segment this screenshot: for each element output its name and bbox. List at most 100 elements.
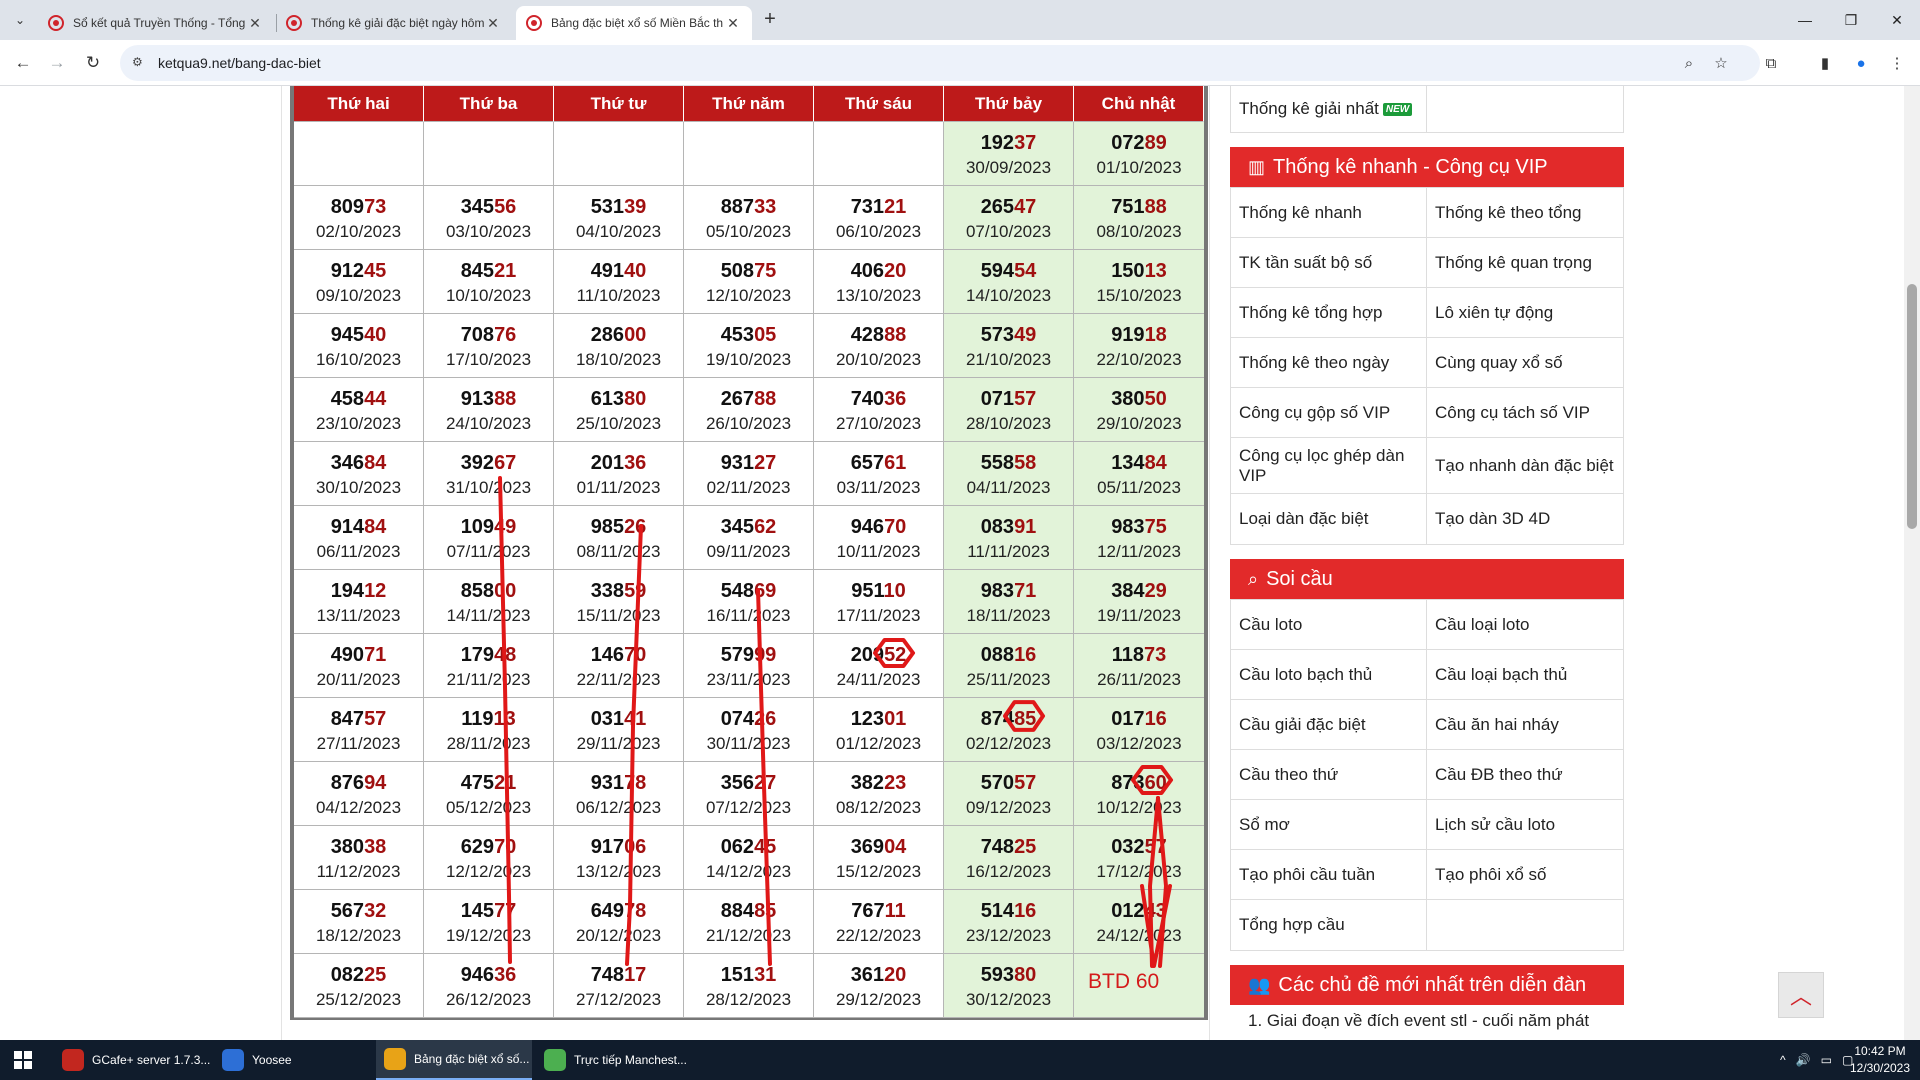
- sidebar-link[interactable]: Loại dàn đặc biệt: [1231, 494, 1427, 544]
- clock[interactable]: 10:42 PM 12/30/2023: [1848, 1043, 1912, 1077]
- scroll-to-top-button[interactable]: ︿: [1778, 972, 1824, 1018]
- prize-number: 07157: [944, 387, 1073, 411]
- extensions-icon[interactable]: ⧉: [1758, 50, 1784, 76]
- sidebar-link[interactable]: Thống kê theo tổng: [1427, 188, 1623, 237]
- sidebar-link[interactable]: Cầu loto: [1231, 600, 1427, 649]
- number-tail: 60: [1144, 772, 1167, 794]
- number-head: 573: [980, 324, 1015, 346]
- sidebar-link[interactable]: Thống kê quan trọng: [1427, 238, 1623, 287]
- draw-date: 26/12/2023: [445, 990, 532, 1009]
- taskbar-app-chrome[interactable]: Bảng đặc biệt xổ số...: [376, 1040, 532, 1080]
- prize-number: 94670: [814, 515, 943, 539]
- draw-date: 24/12/2023: [1096, 926, 1182, 945]
- zoom-icon[interactable]: ⌕: [1676, 50, 1702, 76]
- reload-icon[interactable]: ↻: [80, 50, 106, 76]
- result-cell: 19237 30/09/2023: [944, 122, 1074, 186]
- prize-number: 39267: [424, 451, 553, 475]
- sidebar-link[interactable]: Công cụ tách số VIP: [1427, 388, 1623, 437]
- sidebar-link[interactable]: Cầu giải đặc biệt: [1231, 700, 1427, 749]
- sidebar-link[interactable]: Cầu ăn hai nháy: [1427, 700, 1623, 749]
- taskbar-app-livestream[interactable]: Trực tiếp Manchest...: [536, 1040, 696, 1080]
- sidebar-link[interactable]: Tạo nhanh dàn đặc biệt: [1427, 438, 1623, 493]
- sidebar-link[interactable]: TK tần suất bộ số: [1231, 238, 1427, 287]
- prize-number: 07289: [1074, 131, 1204, 155]
- draw-date: 11/10/2023: [576, 286, 661, 305]
- sidebar-link[interactable]: Tạo phôi xổ số: [1427, 850, 1623, 899]
- link-thong-ke-giai-nhat[interactable]: Thống kê giải nhất NEW: [1231, 86, 1427, 132]
- result-cell: 17948 21/11/2023: [424, 634, 554, 698]
- number-head: 380: [1111, 388, 1145, 410]
- restore-icon[interactable]: ❐: [1828, 0, 1874, 40]
- sidebar-link[interactable]: Công cụ gộp số VIP: [1231, 388, 1427, 437]
- number-tail: 16: [1014, 644, 1037, 666]
- bookmark-star-icon[interactable]: ☆: [1708, 50, 1734, 76]
- windows-logo-icon: [14, 1051, 32, 1069]
- draw-date: 20/12/2023: [575, 926, 662, 945]
- start-button[interactable]: [0, 1040, 46, 1080]
- menu-kebab-icon[interactable]: ⋮: [1884, 50, 1910, 76]
- draw-date: 04/10/2023: [575, 222, 662, 241]
- side-panel-icon[interactable]: ▮: [1812, 50, 1838, 76]
- address-bar[interactable]: ⚙ ketqua9.net/bang-dac-biet: [120, 45, 1760, 81]
- taskbar-app-gcafe[interactable]: GCafe+ server 1.7.3...: [54, 1040, 214, 1080]
- forum-topic-link[interactable]: 1. Giai đoạn về đích event stl - cuối nă…: [1230, 1005, 1624, 1037]
- number-head: 748: [590, 964, 625, 986]
- tab-1[interactable]: Sổ kết quả Truyền Thống - Tổng ✕: [38, 6, 274, 40]
- sidebar-link[interactable]: Cùng quay xổ số: [1427, 338, 1623, 387]
- new-tab-plus-icon[interactable]: +: [758, 8, 782, 32]
- prize-number: 57999: [684, 643, 813, 667]
- table-row: 38038 11/12/2023 62970 12/12/2023 91706 13/12…: [294, 826, 1204, 890]
- minimize-icon[interactable]: —: [1782, 0, 1828, 40]
- sidebar-link[interactable]: Cầu ĐB theo thứ: [1427, 750, 1623, 799]
- sidebar-link[interactable]: Thống kê nhanh: [1231, 188, 1427, 237]
- table-row: 08225 25/12/2023 94636 26/12/2023 74817 27/12…: [294, 954, 1204, 1018]
- prize-number: 65761: [814, 451, 943, 475]
- back-arrow-icon[interactable]: ←: [10, 50, 36, 76]
- prize-number: 98371: [944, 579, 1073, 603]
- tab-3-active[interactable]: Bảng đặc biệt xổ số Miền Bắc th ✕: [516, 6, 752, 40]
- number-head: 123: [850, 708, 885, 730]
- number-tail: 99: [754, 644, 777, 666]
- number-tail: 67: [494, 452, 517, 474]
- sidebar-link[interactable]: Sổ mơ: [1231, 800, 1427, 849]
- number-head: 062: [720, 836, 755, 858]
- taskbar-app-yoosee[interactable]: Yoosee: [214, 1040, 364, 1080]
- sidebar-link[interactable]: Lô xiên tự động: [1427, 288, 1623, 337]
- tab-search-button[interactable]: ⌄: [8, 8, 32, 32]
- number-tail: 41: [624, 708, 647, 730]
- forward-arrow-icon[interactable]: →: [44, 50, 70, 76]
- sidebar-link[interactable]: Lịch sử cầu loto: [1427, 800, 1623, 849]
- scrollbar-thumb[interactable]: [1907, 284, 1917, 529]
- network-icon[interactable]: ▭: [1821, 1053, 1832, 1067]
- draw-date: 23/12/2023: [965, 926, 1052, 945]
- window-close-icon[interactable]: ✕: [1874, 0, 1920, 40]
- prize-number: 57057: [944, 771, 1073, 795]
- draw-date: 09/10/2023: [315, 286, 402, 305]
- table-row: 19412 13/11/2023 85800 14/11/2023 33859 15/11…: [294, 570, 1204, 634]
- sidebar-link[interactable]: Thống kê tổng hợp: [1231, 288, 1427, 337]
- url-text[interactable]: ketqua9.net/bang-dac-biet: [158, 55, 321, 71]
- sidebar-link[interactable]: Tạo phôi cầu tuần: [1231, 850, 1427, 899]
- number-head: 919: [1111, 324, 1145, 346]
- close-icon[interactable]: ✕: [246, 15, 264, 32]
- close-icon[interactable]: ✕: [484, 15, 502, 32]
- sidebar-link[interactable]: Thống kê theo ngày: [1231, 338, 1427, 387]
- draw-date: 27/10/2023: [835, 414, 922, 433]
- sidebar-link[interactable]: Tổng hợp cầu: [1231, 900, 1427, 950]
- sidebar-link[interactable]: Cầu loại loto: [1427, 600, 1623, 649]
- sidebar-row: Cầu loto bạch thủ Cầu loại bạch thủ: [1231, 650, 1623, 700]
- sidebar-link[interactable]: Tạo dàn 3D 4D: [1427, 494, 1623, 544]
- profile-avatar-icon[interactable]: ●: [1848, 50, 1874, 76]
- tab-2[interactable]: Thống kê giải đặc biệt ngày hôm ✕: [276, 6, 512, 40]
- sidebar-link[interactable]: Cầu loại bạch thủ: [1427, 650, 1623, 699]
- sidebar-link[interactable]: Cầu loto bạch thủ: [1231, 650, 1427, 699]
- result-cell: 40620 13/10/2023: [814, 250, 944, 314]
- sidebar-link[interactable]: Cầu theo thứ: [1231, 750, 1427, 799]
- tray-chevron-icon[interactable]: ^: [1780, 1053, 1786, 1067]
- number-tail: 31: [754, 964, 777, 986]
- volume-icon[interactable]: 🔊: [1796, 1053, 1811, 1067]
- sidebar-link[interactable]: Công cụ lọc ghép dàn VIP: [1231, 438, 1427, 493]
- page-scrollbar[interactable]: [1904, 86, 1920, 1040]
- site-info-icon[interactable]: ⚙: [132, 55, 148, 71]
- close-icon[interactable]: ✕: [724, 15, 742, 32]
